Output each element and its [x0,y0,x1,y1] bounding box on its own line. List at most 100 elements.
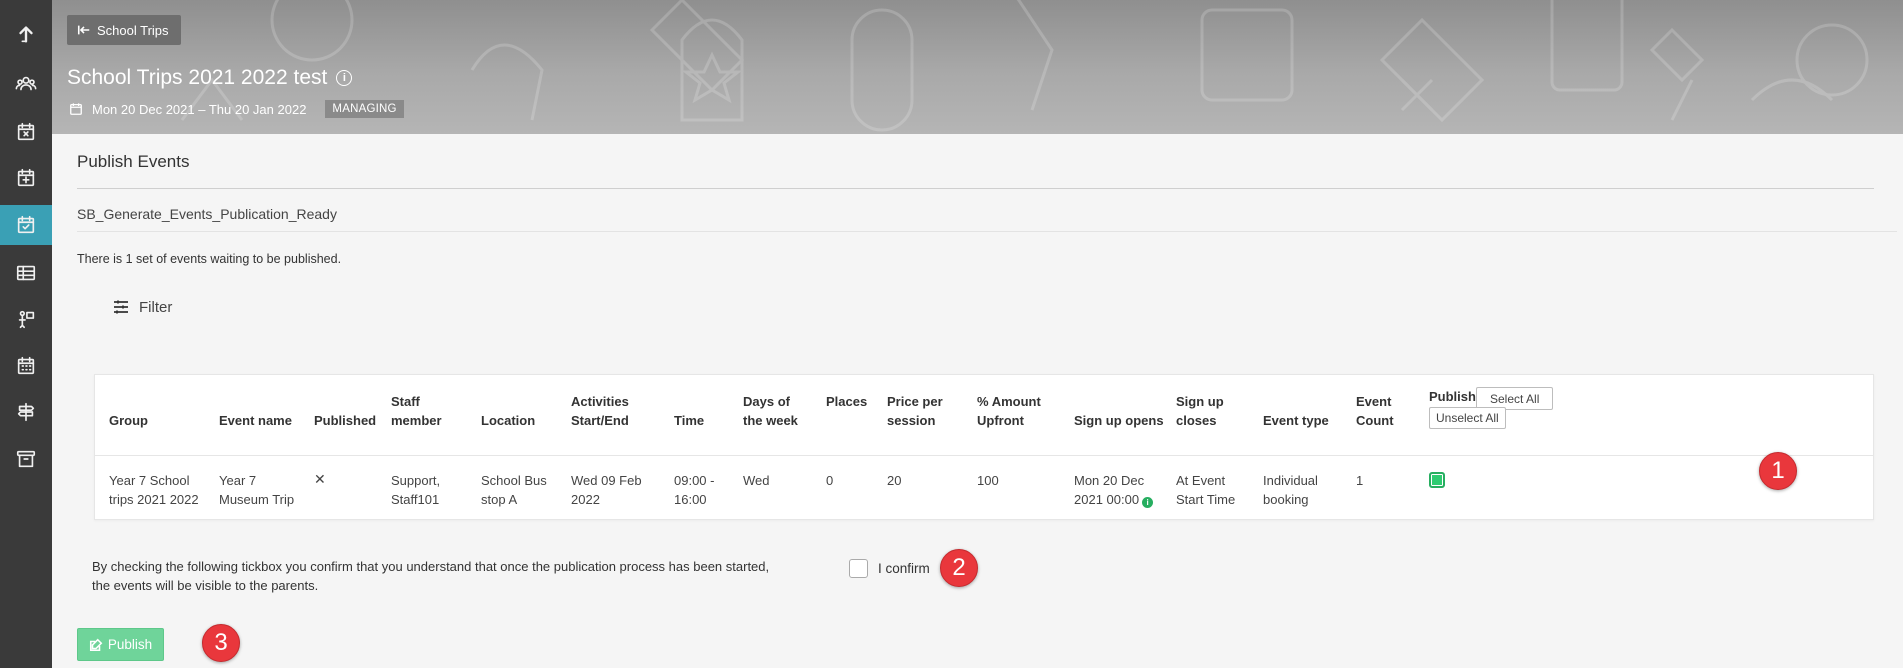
disclaimer-line: By checking the following tickbox you co… [92,559,770,574]
close-icon: ✕ [314,471,326,487]
column-header-line: Activities [571,394,629,409]
publish-button[interactable]: Publish [77,628,164,661]
back-button-label: School Trips [97,22,169,38]
archive-icon[interactable] [0,439,52,479]
cell-time: 09:00 - 16:00 [674,471,714,509]
cell-line: Individual [1263,473,1318,488]
status-badge: MANAGING [325,100,404,118]
cell-line: 09:00 - [674,473,715,488]
main-content: Publish Events SB_Generate_Events_Public… [52,134,1903,668]
cell-line: Mon 20 Dec [1074,473,1145,488]
back-to-school-trips-button[interactable]: School Trips [67,15,181,45]
trip-date-range: Mon 20 Dec 2021 – Thu 20 Jan 2022 MANAGI… [69,100,404,118]
info-icon[interactable]: i [1142,497,1154,508]
arrow-left-bar-icon [77,25,90,35]
cell-line: trips 2021 2022 [109,492,199,507]
unselect-all-button[interactable]: Unselect All [1429,407,1506,429]
waiting-message: There is 1 set of events waiting to be p… [77,252,342,266]
column-header-group: Group [109,413,148,428]
date-range-text: Mon 20 Dec 2021 – Thu 20 Jan 2022 [92,101,307,117]
cell-event-count: 1 [1356,473,1364,488]
column-header-sign-up-closes: Sign up closes [1176,392,1224,430]
cell-line: Year 7 [219,473,257,488]
column-header-staff-member: Staff member [391,392,442,430]
cell-activities: Wed 09 Feb 2022 [571,471,642,509]
cell-price: 20 [887,473,902,488]
filter-button[interactable]: Filter [112,298,172,316]
page-title-text: School Trips 2021 2022 test [67,66,328,89]
column-header-line: Days of [743,394,790,409]
divider [77,188,1874,189]
sliders-icon [114,300,128,314]
signpost-icon[interactable] [0,392,52,432]
cell-line: 2022 [571,492,600,507]
info-icon[interactable]: i [336,70,353,86]
column-header-line: % Amount [977,394,1041,409]
page-title: School Trips 2021 2022 test i [67,66,353,90]
column-header-line: session [887,413,936,428]
column-header-location: Location [481,413,536,428]
column-header-amount-upfront: % Amount Upfront [977,392,1041,430]
cell-line: At Event [1176,473,1226,488]
page-header: School Trips School Trips 2021 2022 test… [52,0,1903,134]
column-header-sign-up-opens: Sign up opens [1074,413,1164,428]
annotation-marker-3: 3 [202,624,240,662]
person-board-icon[interactable] [0,299,52,339]
divider [77,231,1897,232]
cell-sign-up-opens: Mon 20 Dec 2021 00:00 i [1074,471,1154,509]
confirm-checkbox[interactable] [849,559,868,578]
cell-line: booking [1263,492,1309,507]
table-divider [95,455,1873,456]
upload-arrow-icon[interactable] [0,14,52,54]
calendar-check-icon[interactable] [0,205,52,245]
column-header-line: the week [743,413,798,428]
column-header-time: Time [674,413,705,428]
column-header-published: Published [314,413,377,428]
column-header-line: Upfront [977,413,1024,428]
cell-staff-member: Support, Staff101 [391,471,440,509]
disclaimer-line: the events will be visible to the parent… [92,578,319,593]
calendar-plus-icon[interactable] [0,158,52,198]
cell-line: Staff101 [391,492,440,507]
section-title: Publish Events [77,152,190,171]
column-header-line: Staff [391,394,420,409]
column-header-event-name: Event name [219,413,292,428]
column-header-price-per-session: Price per session [887,392,943,430]
filter-label: Filter [139,298,173,316]
calendar-grid-icon[interactable] [0,346,52,386]
table-icon[interactable] [0,253,52,293]
column-header-line: Start/End [571,413,629,428]
cell-line: Support, [391,473,441,488]
cell-line: Start Time [1176,492,1236,507]
column-header-line: Count [1356,413,1394,428]
column-header-line: Price per [887,394,943,409]
sidebar [0,0,52,668]
cell-event-name: Year 7 Museum Trip [219,471,294,509]
cell-line: Wed 09 Feb [571,473,642,488]
column-header-line: closes [1176,413,1217,428]
confirm-label[interactable]: I confirm [878,561,930,576]
publish-disclaimer: By checking the following tickbox you co… [92,557,852,595]
column-header-activities: Activities Start/End [571,392,629,430]
calendar-x-icon[interactable] [0,112,52,152]
annotation-marker-2: 2 [940,549,978,587]
cell-days: Wed [743,473,770,488]
column-header-line: member [391,413,442,428]
cell-line: 2021 00:00 i [1074,490,1154,509]
publish-checkbox[interactable] [1429,472,1445,488]
cell-group: Year 7 School trips 2021 2022 [109,471,199,509]
cell-line: Year 7 School [109,473,190,488]
cell-line: stop A [481,492,518,507]
cell-line: 16:00 [674,492,707,507]
publish-label: Publish [107,637,153,652]
cell-line-text: 2021 00:00 [1074,492,1140,507]
publication-set-name: SB_Generate_Events_Publication_Ready [77,206,337,222]
confirm-control: I confirm [849,559,930,578]
users-icon[interactable] [0,64,52,104]
column-header-places: Places [826,394,868,409]
column-header-publish: Publish [1429,389,1476,404]
column-header-event-count: Event Count [1356,392,1394,430]
column-header-days-of-week: Days of the week [743,392,798,430]
calendar-icon [70,103,82,115]
events-table: Group Event name Published Staff member … [94,374,1874,520]
